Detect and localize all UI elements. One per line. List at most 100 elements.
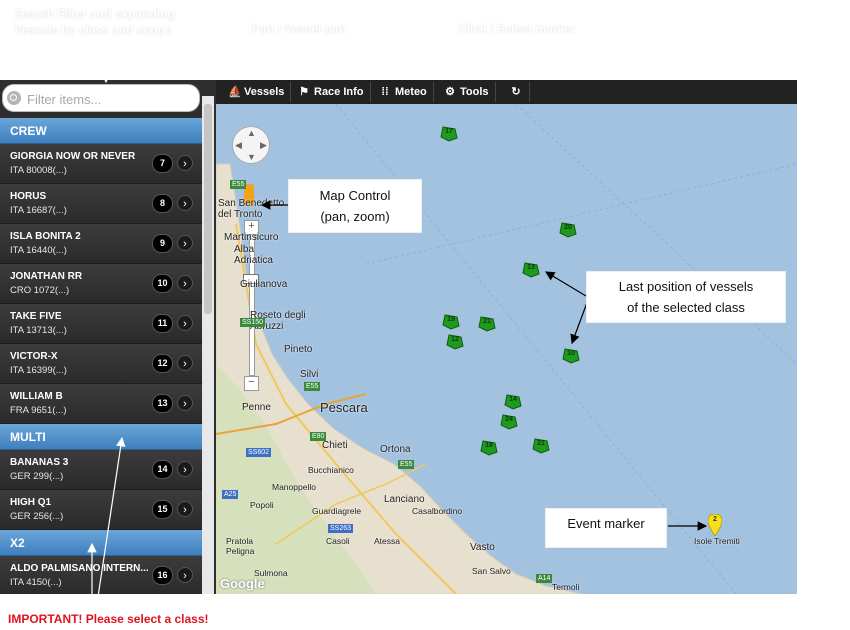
vessel-name: JONATHAN RR: [10, 271, 83, 282]
chevron-right-icon[interactable]: ›: [177, 235, 193, 251]
vessel-row[interactable]: TAKE FIVE ITA 13713(...) 11 ›: [0, 304, 202, 344]
vessel-marker[interactable]: 19: [442, 314, 460, 330]
road-shield: E55: [230, 180, 247, 189]
annotation-map-control: Map Control (pan, zoom): [288, 179, 422, 233]
vessel-name: VICTOR-X: [10, 351, 58, 362]
chevron-right-icon[interactable]: ›: [177, 501, 193, 517]
vessel-row[interactable]: WILLIAM B FRA 9651(...) 13 ›: [0, 384, 202, 424]
vessel-marker-number: 20: [564, 224, 572, 231]
vessel-marker-number: 10: [567, 350, 575, 357]
chevron-right-icon[interactable]: ›: [177, 567, 193, 583]
sidebar-scrollbar[interactable]: [202, 96, 214, 594]
road-shield: E80: [310, 432, 327, 441]
vessel-marker[interactable]: 13: [522, 262, 540, 278]
class-header-x2[interactable]: X2: [0, 530, 202, 556]
place-label: Bucchianico: [308, 465, 354, 475]
vessel-row[interactable]: HORUS ITA 16687(...) 8 ›: [0, 184, 202, 224]
map-view[interactable]: ▲ ▼ ◀ ▶ + − San Benedetto del Tronto Marti…: [216, 104, 797, 594]
vessel-marker[interactable]: 20: [559, 222, 577, 238]
vessel-row[interactable]: VICTOR-X ITA 16399(...) 12 ›: [0, 344, 202, 384]
place-label: Atessa: [374, 536, 400, 546]
vessel-count-badge: 10: [152, 274, 173, 293]
road-shield: E55: [304, 382, 321, 391]
zoom-out-button[interactable]: −: [244, 376, 259, 391]
vessel-sail-number: ITA 16687(...): [10, 205, 67, 216]
race-info-label: Race Info: [314, 86, 364, 98]
filter-input[interactable]: [25, 89, 199, 109]
vessel-marker-number: 14: [509, 396, 517, 403]
vessel-marker[interactable]: 12: [446, 334, 464, 350]
vessel-marker-number: 21: [537, 440, 545, 447]
vessel-sail-number: ITA 16440(...): [10, 245, 67, 256]
race-info-button[interactable]: ⚑ Race Info: [292, 82, 371, 102]
vessel-row[interactable]: JONATHAN RR CRO 1072(...) 10 ›: [0, 264, 202, 304]
pan-control[interactable]: ▲ ▼ ◀ ▶: [232, 126, 270, 164]
chevron-right-icon[interactable]: ›: [177, 395, 193, 411]
annotation-event-marker: Event marker: [545, 508, 667, 548]
vessel-name: HORUS: [10, 191, 47, 202]
vessel-name: TAKE FIVE: [10, 311, 62, 322]
class-header-crew[interactable]: CREW: [0, 118, 202, 144]
chevron-right-icon[interactable]: ›: [177, 195, 193, 211]
vessel-sail-number: GER 256(...): [10, 511, 64, 522]
vessel-row[interactable]: HIGH Q1 GER 256(...) 15 ›: [0, 490, 202, 530]
place-label: Giulianova: [240, 279, 288, 290]
meteo-button[interactable]: ⁞⁞ Meteo: [373, 82, 434, 102]
important-notice: IMPORTANT! Please select a class!: [8, 612, 209, 626]
place-label: San Benedetto del Tronto: [218, 198, 285, 220]
tools-button[interactable]: ⚙ Tools: [438, 82, 496, 102]
vessel-marker[interactable]: 17: [440, 126, 458, 142]
place-label: Popoli: [250, 500, 274, 510]
vessel-marker-number: 19: [447, 316, 455, 323]
place-label: Lanciano: [384, 494, 425, 505]
vessel-marker[interactable]: 21: [532, 438, 550, 454]
vessel-marker[interactable]: 18: [480, 440, 498, 456]
tools-label: Tools: [460, 86, 489, 98]
chevron-right-icon[interactable]: ›: [177, 461, 193, 477]
place-label: Termoli: [552, 582, 580, 592]
place-label: Silvi: [300, 369, 319, 380]
class-header-multi[interactable]: MULTI: [0, 424, 202, 450]
vessel-marker-number: 18: [485, 442, 493, 449]
place-label: Pineto: [284, 344, 313, 355]
place-label: Pescara: [320, 400, 368, 415]
vessel-marker[interactable]: 10: [562, 348, 580, 364]
vessel-marker-number: 12: [451, 336, 459, 343]
event-marker[interactable]: 2: [707, 513, 723, 537]
refresh-icon: ↻: [511, 86, 521, 98]
vessel-marker-number: 13: [527, 264, 535, 271]
chevron-right-icon[interactable]: ›: [177, 355, 193, 371]
vessel-marker[interactable]: 14: [504, 394, 522, 410]
vessel-sail-number: ITA 16399(...): [10, 365, 67, 376]
vessel-count-badge: 14: [152, 460, 173, 479]
vessel-name: HIGH Q1: [10, 497, 52, 508]
meteo-label: Meteo: [395, 86, 427, 98]
vessel-marker[interactable]: 21: [478, 316, 496, 332]
vessel-marker-number: 21: [483, 318, 491, 325]
caption-pan: Pan / Vessel pan: [252, 22, 347, 36]
chevron-right-icon[interactable]: ›: [177, 275, 193, 291]
place-label: Guardiagrele: [312, 506, 362, 516]
vessel-sail-number: GER 299(...): [10, 471, 64, 482]
road-shield: E55: [398, 460, 415, 469]
vessel-sail-number: CRO 1072(...): [10, 285, 70, 296]
vessel-row[interactable]: GIORGIA NOW OR NEVER ITA 80008(...) 7 ›: [0, 144, 202, 184]
vessel-sail-number: ITA 4150(...): [10, 577, 62, 588]
chevron-right-icon[interactable]: ›: [177, 155, 193, 171]
vessel-list: CREW GIORGIA NOW OR NEVER ITA 80008(...)…: [0, 118, 202, 594]
vessel-row[interactable]: ALDO PALMISANO INTERN... ITA 4150(...) 1…: [0, 556, 202, 594]
road-shield: A25: [222, 490, 239, 499]
vessel-row[interactable]: ISLA BONITA 2 ITA 16440(...) 9 ›: [0, 224, 202, 264]
annotation-last-position: Last position of vessels of the selected…: [586, 271, 786, 323]
place-label: Alba Adriatica: [234, 244, 273, 266]
scrollbar-thumb[interactable]: [204, 104, 212, 314]
place-label: Casalbordino: [412, 506, 463, 516]
place-label: Pratola Peligna: [226, 536, 255, 556]
google-logo: Google: [220, 576, 265, 591]
vessel-marker[interactable]: 24: [500, 414, 518, 430]
vessel-row[interactable]: BANANAS 3 GER 299(...) 14 ›: [0, 450, 202, 490]
vessel-count-badge: 8: [152, 194, 173, 213]
refresh-button[interactable]: ↻: [504, 82, 530, 102]
vessels-button[interactable]: ⛵ Vessels: [222, 82, 292, 102]
chevron-right-icon[interactable]: ›: [177, 315, 193, 331]
